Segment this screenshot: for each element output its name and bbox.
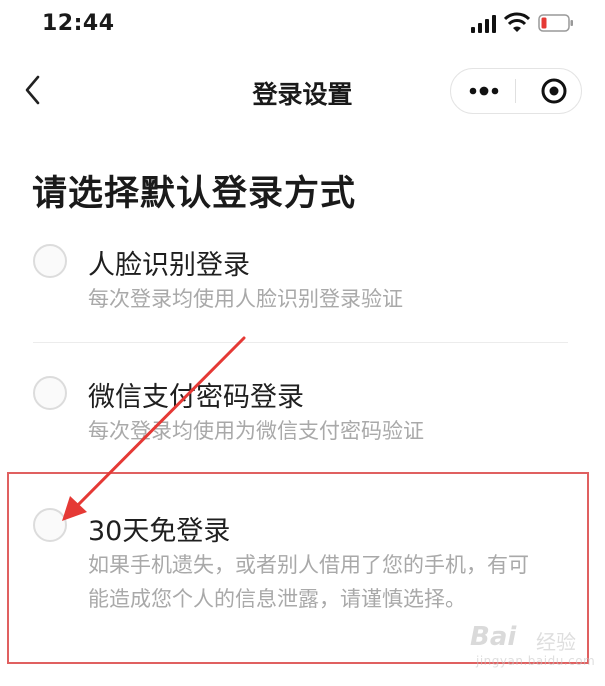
option-description: 每次登录均使用为微信支付密码验证 bbox=[88, 419, 424, 443]
radio-button[interactable] bbox=[33, 376, 67, 410]
watermark-brand: Bai bbox=[470, 622, 517, 652]
option-description: 每次登录均使用人脸识别登录验证 bbox=[88, 287, 403, 311]
status-time: 12:44 bbox=[42, 11, 115, 36]
status-bar: 12:44 bbox=[0, 0, 605, 48]
more-options-icon[interactable] bbox=[451, 69, 515, 113]
option-label: 30天免登录 bbox=[88, 516, 231, 547]
battery-low-icon bbox=[538, 14, 573, 32]
navigation-bar: 登录设置 bbox=[0, 60, 605, 122]
watermark: Bai 经验 jingyan.baidu.com bbox=[470, 620, 595, 672]
watermark-brand-suffix: 经验 bbox=[536, 630, 576, 654]
radio-button[interactable] bbox=[33, 508, 67, 542]
option-description: 如果手机遗失，或者别人借用了您的手机，有可能造成您个人的信息泄露，请谨慎选择。 bbox=[88, 553, 529, 611]
radio-button[interactable] bbox=[33, 244, 67, 278]
cellular-signal-icon bbox=[471, 15, 499, 33]
wifi-icon bbox=[504, 12, 530, 32]
watermark-url: jingyan.baidu.com bbox=[476, 654, 596, 668]
mini-program-capsule bbox=[450, 68, 582, 114]
option-label: 微信支付密码登录 bbox=[88, 382, 304, 413]
divider bbox=[33, 342, 568, 343]
close-mini-program-icon[interactable] bbox=[516, 69, 580, 113]
option-label: 人脸识别登录 bbox=[88, 250, 250, 281]
section-title: 请选择默认登录方式 bbox=[32, 174, 357, 214]
